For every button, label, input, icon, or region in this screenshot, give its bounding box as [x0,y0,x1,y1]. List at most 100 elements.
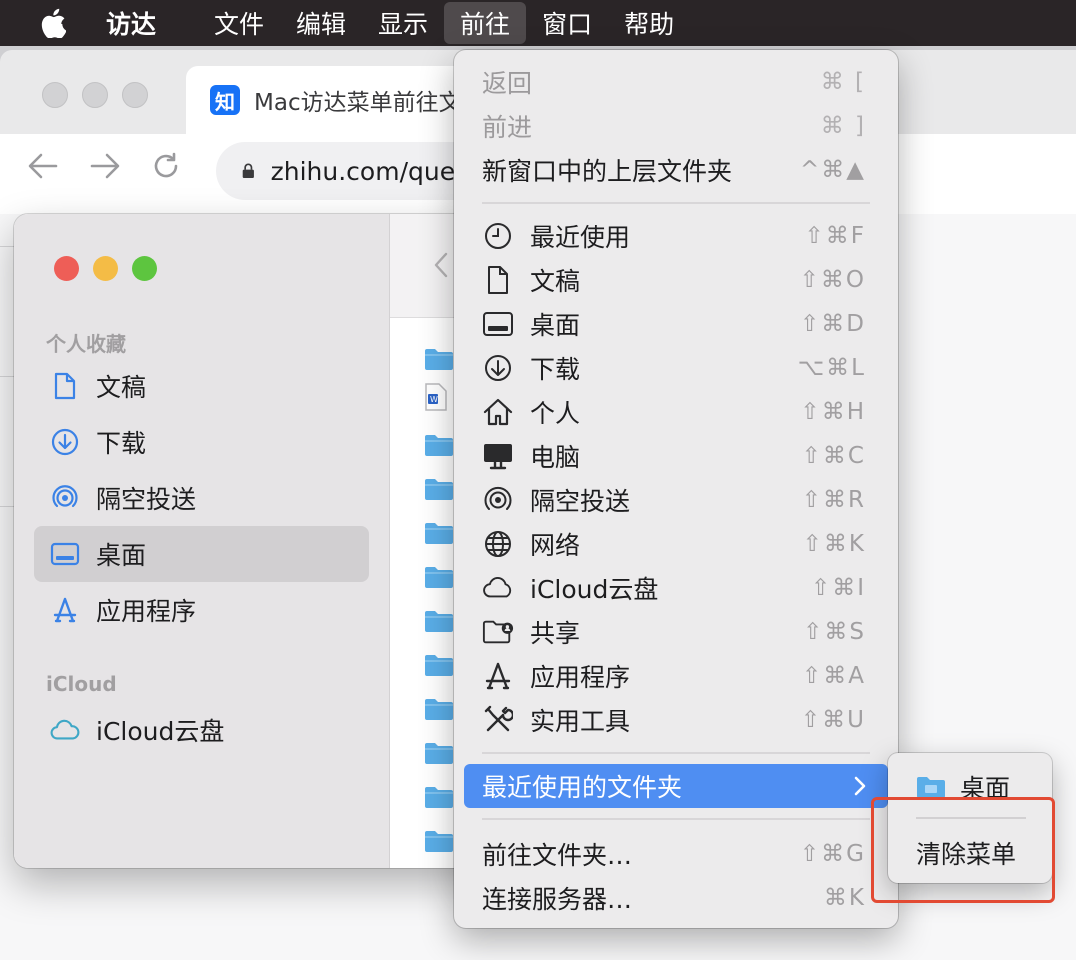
sidebar-item-downloads[interactable]: 下载 [34,414,369,470]
menu-item-place[interactable]: 电脑 ⇧⌘C [464,434,888,478]
menu-item-label: 电脑 [530,443,581,472]
menu-item-place[interactable]: 隔空投送 ⇧⌘R [464,478,888,522]
menu-item-label: 前往文件夹… [482,841,633,870]
desktop-folder-icon [917,777,945,798]
home-icon [482,396,514,428]
menu-item-place[interactable]: 个人 ⇧⌘H [464,390,888,434]
menu-separator [482,202,870,204]
browser-zoom-button[interactable] [122,82,148,108]
menu-item-shortcut: ⇧⌘S [803,619,866,645]
finder-minimize-button[interactable] [93,256,118,281]
chevron-right-icon [854,776,866,796]
menu-item-label: 共享 [530,619,581,648]
sidebar-item-desktop[interactable]: 桌面 [34,526,369,582]
icloud-icon [482,572,514,604]
menu-item-label: iCloud云盘 [530,575,659,604]
menu-view[interactable]: 显示 [362,0,444,46]
sidebar-item-icloud-drive[interactable]: iCloud云盘 [34,702,369,758]
browser-close-button[interactable] [42,82,68,108]
menu-item-label: 连接服务器… [482,885,633,914]
menu-item-label: 个人 [530,399,581,428]
menu-item-shortcut: ⇧⌘I [810,575,866,601]
menu-item-shortcut: ⌘ [ [820,69,866,95]
menu-item-recent-folders[interactable]: 最近使用的文件夹 [464,764,888,808]
menu-item-shortcut: ⇧⌘O [799,267,866,293]
icloud-icon [50,715,80,745]
folder-icon[interactable] [424,698,454,720]
doc-icon [482,264,514,296]
desktop-icon [50,539,80,569]
menu-finder[interactable]: 访达 [106,0,198,46]
applications-icon [482,660,514,692]
menu-item-place[interactable]: 桌面 ⇧⌘D [464,302,888,346]
folder-icon[interactable] [424,478,454,500]
sidebar-item-airdrop[interactable]: 隔空投送 [34,470,369,526]
svg-text:W: W [430,395,438,404]
menu-item-forward: 前进 ⌘ ] [464,104,888,148]
menu-item-shortcut: ⇧⌘U [800,707,866,733]
folder-icon[interactable] [424,610,454,632]
menu-item-label: 实用工具 [530,707,631,736]
computer-icon [482,440,514,472]
menu-file[interactable]: 文件 [198,0,280,46]
menu-item-label: 返回 [482,69,533,98]
menu-item-place[interactable]: 下载 ⌥⌘L [464,346,888,390]
menu-item-place[interactable]: 网络 ⇧⌘K [464,522,888,566]
doc-icon [50,371,80,401]
menu-bar: 访达 文件 编辑 显示 前往 窗口 帮助 [0,0,1076,46]
menu-item-enclosing-folder[interactable]: 新窗口中的上层文件夹 ^⌘▲ [464,148,888,192]
sidebar-item-documents[interactable]: 文稿 [34,358,369,414]
menu-item-shortcut: ⇧⌘C [801,443,866,469]
folder-icon[interactable] [424,742,454,764]
lock-icon [242,163,254,179]
shared-folder-icon [482,616,514,648]
folder-icon[interactable] [424,830,454,852]
menu-item-place[interactable]: 共享 ⇧⌘S [464,610,888,654]
menu-go[interactable]: 前往 [444,2,527,44]
browser-minimize-button[interactable] [82,82,108,108]
menu-item-shortcut: ⇧⌘H [800,399,866,425]
menu-edit[interactable]: 编辑 [280,0,362,46]
annotation-highlight-box [871,797,1055,903]
airdrop-icon [482,484,514,516]
menu-item-label: 应用程序 [530,663,631,692]
menu-item-label: 文稿 [530,267,581,296]
menu-item-label: 隔空投送 [530,487,631,516]
menu-item-shortcut: ⇧⌘G [799,841,866,867]
browser-traffic-lights [42,82,148,108]
menu-item-goto-folder[interactable]: 前往文件夹… ⇧⌘G [464,832,888,876]
sidebar-item-label: 应用程序 [96,597,197,626]
menu-window[interactable]: 窗口 [526,0,608,46]
forward-arrow-icon[interactable] [90,153,120,179]
folder-icon[interactable] [424,786,454,808]
folder-icon[interactable] [424,654,454,676]
menu-item-label: 最近使用 [530,223,631,252]
menu-item-place[interactable]: 文稿 ⇧⌘O [464,258,888,302]
menu-item-connect-server[interactable]: 连接服务器… ⌘K [464,876,888,920]
menu-item-place[interactable]: 应用程序 ⇧⌘A [464,654,888,698]
sidebar-item-applications[interactable]: 应用程序 [34,582,369,638]
folder-icon[interactable] [424,522,454,544]
menu-item-label: 新窗口中的上层文件夹 [482,157,733,186]
sidebar-item-label: 隔空投送 [96,485,197,514]
menu-item-place[interactable]: 实用工具 ⇧⌘U [464,698,888,742]
finder-close-button[interactable] [54,256,79,281]
network-icon [482,528,514,560]
menu-item-place[interactable]: 最近使用 ⇧⌘F [464,214,888,258]
sidebar-item-label: 下载 [96,429,147,458]
desktop-icon [482,308,514,340]
finder-zoom-button[interactable] [132,256,157,281]
folder-icon[interactable] [424,348,454,370]
menu-help[interactable]: 帮助 [608,0,690,46]
reload-icon[interactable] [152,152,180,180]
folder-icon[interactable] [424,566,454,588]
browser-tab-title: Mac访达菜单前往文件夹 [254,90,486,116]
menu-item-place[interactable]: iCloud云盘 ⇧⌘I [464,566,888,610]
back-arrow-icon[interactable] [28,153,58,179]
back-chevron-icon[interactable] [434,252,448,278]
menu-item-label: 下载 [530,355,581,384]
folder-icon[interactable] [424,434,454,456]
apple-menu[interactable] [0,8,106,38]
word-doc-icon[interactable]: W [424,382,454,411]
browser-tab[interactable]: 知 Mac访达菜单前往文件夹 [186,66,486,134]
